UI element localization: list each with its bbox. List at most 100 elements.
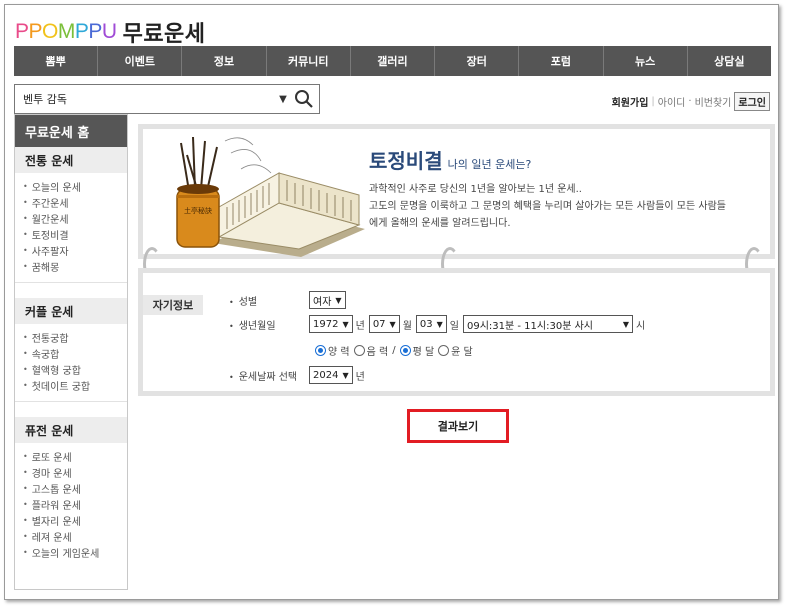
chevron-down-icon: ▼	[342, 319, 349, 329]
chevron-down-icon: ▼	[342, 370, 349, 380]
chevron-down-icon[interactable]: ▼	[277, 94, 289, 105]
page-title: 무료운세	[122, 22, 206, 47]
sidebar-item[interactable]: 별자리 운세	[23, 512, 127, 528]
ppomppu-logo: PPOMPPU	[15, 20, 117, 44]
gender-row: 성별 여자▼	[229, 291, 346, 309]
sidebar-home-link[interactable]: 무료운세 홈	[15, 115, 127, 147]
nav-item[interactable]: 갤러리	[351, 46, 436, 76]
sidebar: 무료운세 홈 전통 운세오늘의 운세주간운세월간운세토정비결사주팔자꿈해몽커플 …	[14, 114, 128, 590]
time-unit: 시	[636, 320, 646, 332]
banner-desc-line: 과학적인 사주로 당신의 1년을 알아보는 1년 운세..	[369, 184, 582, 195]
banner: 土亭秘訣 토정비결 나의 일년 운세는? 과학적인 사주로 당신의 1년을 알아…	[138, 124, 775, 259]
sidebar-item[interactable]: 주간운세	[23, 194, 127, 210]
sidebar-list: 로또 운세경마 운세고스톱 운세플라워 운세별자리 운세레져 운세오늘의 게임운…	[15, 443, 127, 568]
login-button[interactable]: 로그인	[734, 92, 770, 111]
nav-item[interactable]: 커뮤니티	[267, 46, 351, 76]
sidebar-group-title: 커플 운세	[15, 298, 127, 324]
nav-item[interactable]: 뽐뿌	[14, 46, 99, 76]
lunar-radio[interactable]	[353, 345, 365, 356]
sidebar-item[interactable]: 속궁합	[23, 345, 127, 361]
banner-desc-line: 고도의 문명을 이룩하고 그 문명의 혜택을 누리며 살아가는 모든 사람들이 …	[369, 201, 726, 212]
nav-item[interactable]: 상담실	[688, 46, 771, 76]
logo-letter: P	[74, 20, 89, 43]
leap-month-label: 윤 달	[451, 347, 473, 358]
nav-item[interactable]: 포럼	[519, 46, 604, 76]
search-icon[interactable]	[289, 85, 319, 113]
year-unit: 년	[355, 320, 365, 332]
target-date-label: 운세날짜 선택	[229, 368, 309, 383]
lunar-label: 음 력	[366, 347, 389, 358]
logo-letter: U	[101, 20, 117, 43]
divider: ·	[688, 96, 692, 107]
chevron-down-icon: ▼	[622, 319, 629, 329]
banner-title: 토정비결	[369, 149, 443, 173]
main-nav: 뽐뿌 이벤트 정보 커뮤니티 갤러리 장터 포럼 뉴스 상담실	[14, 46, 771, 76]
signup-link[interactable]: 회원가입	[612, 94, 649, 109]
search-input[interactable]: 벤투 감독	[15, 91, 277, 107]
sidebar-groups: 전통 운세오늘의 운세주간운세월간운세토정비결사주팔자꿈해몽커플 운세전통궁합속…	[15, 147, 127, 568]
sidebar-item[interactable]: 토정비결	[23, 226, 127, 242]
solar-radio[interactable]	[315, 345, 326, 356]
sidebar-divider	[15, 282, 127, 298]
banner-subtitle: 나의 일년 운세는?	[447, 158, 532, 171]
logo-letter: P	[88, 20, 102, 43]
nav-item[interactable]: 장터	[435, 46, 520, 76]
sidebar-item[interactable]: 오늘의 운세	[23, 178, 127, 194]
logo-letter: P	[15, 20, 29, 43]
find-password-link[interactable]: 비번찾기	[695, 94, 732, 109]
search-box[interactable]: 벤투 감독 ▼	[14, 84, 320, 114]
banner-desc-line: 에게 올해의 운세를 알려드립니다.	[369, 218, 511, 229]
form-section-label: 자기정보	[143, 295, 203, 315]
sidebar-item[interactable]: 경마 운세	[23, 464, 127, 480]
tojeong-book-illustration: 土亭秘訣	[176, 136, 365, 257]
banner-heading: 토정비결 나의 일년 운세는?	[369, 145, 531, 174]
sidebar-item[interactable]: 플라워 운세	[23, 496, 127, 512]
chevron-down-icon: ▼	[389, 319, 396, 329]
sidebar-item[interactable]: 로또 운세	[23, 448, 127, 464]
slash-separator: /	[392, 345, 396, 356]
chevron-down-icon: ▼	[436, 319, 443, 329]
sidebar-item[interactable]: 레져 운세	[23, 528, 127, 544]
chevron-down-icon: ▼	[335, 295, 342, 305]
target-year-unit: 년	[355, 371, 365, 383]
leap-month-radio[interactable]	[438, 345, 450, 356]
sidebar-list: 오늘의 운세주간운세월간운세토정비결사주팔자꿈해몽	[15, 173, 127, 282]
gender-label: 성별	[229, 293, 309, 308]
birth-month-select[interactable]: 07 ▼	[368, 315, 400, 333]
normal-month-label: 평 달	[412, 347, 435, 358]
birth-year-select[interactable]: 1972 ▼	[309, 315, 353, 333]
site-logo[interactable]: PPOMPPU 무료운세	[15, 17, 206, 47]
target-row: 운세날짜 선택 2024▼ 년	[229, 366, 369, 384]
sidebar-group-title: 전통 운세	[15, 147, 127, 173]
find-id-link[interactable]: 아이디	[658, 94, 686, 109]
sidebar-group-title: 퓨전 운세	[15, 417, 127, 443]
sidebar-item[interactable]: 월간운세	[23, 210, 127, 226]
logo-letter: O	[42, 20, 58, 43]
view-result-button[interactable]: 결과보기	[407, 409, 509, 443]
sidebar-item[interactable]: 오늘의 게임운세	[23, 544, 127, 560]
sidebar-item[interactable]: 혈액형 궁합	[23, 361, 127, 377]
sidebar-item[interactable]: 고스톱 운세	[23, 480, 127, 496]
logo-letter: P	[28, 20, 43, 43]
day-unit: 일	[449, 320, 459, 332]
normal-month-radio[interactable]	[399, 345, 411, 356]
banner-description: 과학적인 사주로 당신의 1년을 알아보는 1년 운세.. 고도의 문명을 이룩…	[369, 181, 769, 232]
sidebar-item[interactable]: 꿈해몽	[23, 258, 127, 274]
sidebar-item[interactable]: 사주팔자	[23, 242, 127, 258]
birth-row: 생년월일 1972▼ 년 07▼ 월 03▼ 일 09시:31분 - 11시:3…	[229, 315, 649, 333]
nav-item[interactable]: 이벤트	[98, 46, 183, 76]
target-year-select[interactable]: 2024 ▼	[309, 366, 353, 384]
birth-label: 생년월일	[229, 317, 309, 332]
member-links: 회원가입 | 아이디 · 비번찾기 로그인	[612, 92, 770, 111]
birth-time-select[interactable]: 09시:31분 - 11시:30분 사시 ▼	[463, 315, 633, 333]
divider: |	[651, 96, 655, 107]
sidebar-item[interactable]: 전통궁합	[23, 329, 127, 345]
birth-day-select[interactable]: 03 ▼	[415, 315, 447, 333]
gender-select[interactable]: 여자 ▼	[309, 291, 346, 309]
nav-item[interactable]: 정보	[182, 46, 267, 76]
sidebar-item[interactable]: 첫데이트 궁합	[23, 377, 127, 393]
sidebar-divider	[15, 401, 127, 417]
solar-label: 양 력	[328, 347, 350, 358]
sidebar-list: 전통궁합속궁합혈액형 궁합첫데이트 궁합	[15, 324, 127, 401]
nav-item[interactable]: 뉴스	[604, 46, 688, 76]
